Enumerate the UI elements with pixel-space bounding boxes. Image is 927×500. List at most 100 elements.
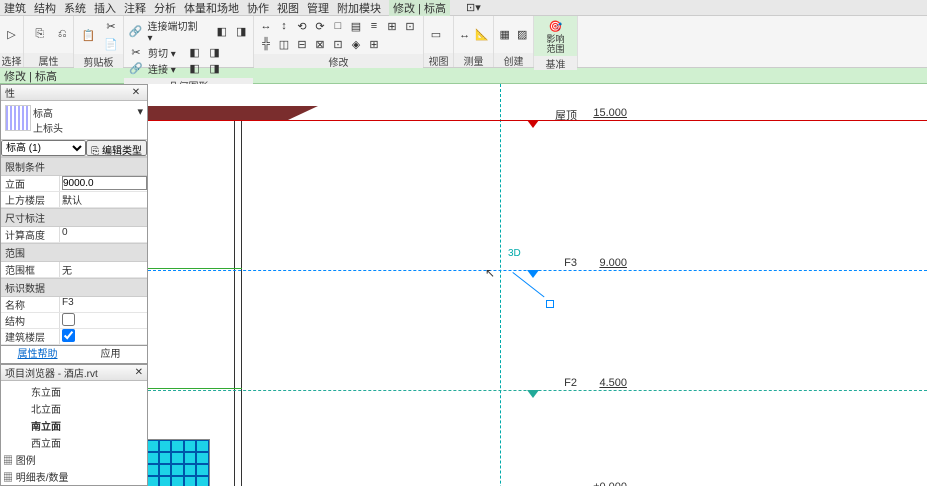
- drag-handle-icon[interactable]: [546, 300, 554, 308]
- select-icon[interactable]: ▷: [4, 27, 19, 43]
- tree-node[interactable]: 东立面: [3, 383, 145, 400]
- modify-tool-icon[interactable]: ◫: [276, 36, 292, 52]
- ribbon-min-icon[interactable]: ⊡▾: [466, 1, 481, 14]
- level-name: 屋顶: [555, 107, 577, 123]
- modify-tool-icon[interactable]: ≡: [366, 18, 382, 34]
- wall-section: [234, 120, 242, 486]
- level-value[interactable]: 15.000: [593, 107, 627, 119]
- level-line[interactable]: F24.500: [148, 390, 927, 391]
- prop-value[interactable]: 0: [59, 227, 147, 242]
- browser-close-icon[interactable]: ✕: [135, 367, 143, 378]
- level-value[interactable]: 4.500: [599, 377, 627, 389]
- context-label: 修改 | 标高: [4, 68, 57, 84]
- menu-item[interactable]: 协作: [247, 0, 269, 16]
- copy-icon[interactable]: 📄: [103, 36, 119, 52]
- modify-tool-icon[interactable]: ⟳: [312, 18, 328, 34]
- level-line[interactable]: 屋顶15.000: [148, 120, 927, 121]
- panel-label-create: 创建: [494, 53, 533, 67]
- prop-help-link[interactable]: 属性帮助: [1, 346, 74, 363]
- create-icon[interactable]: ▦: [498, 27, 512, 43]
- floor-line: [148, 268, 242, 269]
- level-marker-icon[interactable]: [527, 390, 539, 398]
- modify-tool-icon[interactable]: □: [330, 18, 346, 34]
- prop-value[interactable]: F3: [59, 297, 147, 312]
- prop-key: 结构: [1, 313, 59, 328]
- prop-value[interactable]: 无: [59, 262, 147, 277]
- menu-item[interactable]: 插入: [94, 0, 116, 16]
- properties-panel: 性✕ 标高上标头 ▾ 标高 (1) ⎘ 编辑类型 限制条件立面上方楼层默认尺寸标…: [0, 84, 148, 364]
- geom-icon3[interactable]: ◨: [207, 44, 223, 60]
- tree-node[interactable]: 北立面: [3, 400, 145, 417]
- prop-key: 上方楼层: [1, 192, 59, 207]
- modify-tool-icon[interactable]: ⊡: [402, 18, 418, 34]
- view-icon[interactable]: ▭: [428, 27, 444, 43]
- level-line[interactable]: F39.000: [148, 270, 927, 271]
- modify-tool-icon[interactable]: ⊞: [366, 36, 382, 52]
- geom-icon[interactable]: ✂: [128, 44, 144, 60]
- menu-item[interactable]: 建筑: [4, 0, 26, 16]
- geom-icon2[interactable]: ◧: [187, 44, 203, 60]
- tree-node[interactable]: 西立面: [3, 434, 145, 451]
- type-dropdown-icon[interactable]: ▾: [137, 105, 143, 135]
- prop-value[interactable]: [59, 329, 147, 344]
- create2-icon[interactable]: ▨: [516, 27, 530, 43]
- cut-icon[interactable]: ✂: [103, 18, 119, 34]
- menu-item[interactable]: 修改 | 标高: [389, 0, 450, 16]
- menu-item[interactable]: 附加模块: [337, 0, 381, 16]
- panel-label-measure: 测量: [454, 53, 493, 67]
- geom-icon2[interactable]: ◧: [187, 60, 203, 76]
- prop-checkbox[interactable]: [62, 313, 75, 326]
- thumbnail-nav[interactable]: [148, 439, 210, 486]
- project-browser: 项目浏览器 - 酒店.rvt✕ 东立面北立面南立面西立面▦ 图例▦ 明细表/数量…: [0, 364, 148, 486]
- scope-icon[interactable]: 🎯: [548, 18, 564, 34]
- tree-node[interactable]: ⊟ ▦ 图纸 (全部): [3, 485, 145, 486]
- modify-tool-icon[interactable]: ⊞: [384, 18, 400, 34]
- geom-icon3[interactable]: ◨: [207, 60, 223, 76]
- modify-tool-icon[interactable]: ⊟: [294, 36, 310, 52]
- geom-icon[interactable]: 🔗: [128, 60, 144, 76]
- tree-node[interactable]: ▦ 图例: [3, 451, 145, 468]
- measure-icon[interactable]: ↔: [458, 27, 471, 43]
- dim-icon[interactable]: 📐: [475, 27, 489, 43]
- prop-palette-icon[interactable]: ⎌: [56, 27, 69, 43]
- modify-tool-icon[interactable]: ⊠: [312, 36, 328, 52]
- prop-checkbox[interactable]: [62, 329, 75, 342]
- panel-label-prop: 属性: [24, 53, 73, 67]
- tree-node[interactable]: 南立面: [3, 417, 145, 434]
- drawing-canvas[interactable]: 3D 屋顶15.000F39.000↖F24.500±0.000: [148, 84, 927, 486]
- tree-node[interactable]: ▦ 明细表/数量: [3, 468, 145, 485]
- menu-item[interactable]: 系统: [64, 0, 86, 16]
- modify-tool-icon[interactable]: ↔: [258, 18, 274, 34]
- modify-tool-icon[interactable]: ╬: [258, 36, 274, 52]
- level-value[interactable]: ±0.000: [593, 481, 627, 486]
- modify-tool-icon[interactable]: ▤: [348, 18, 364, 34]
- menu-item[interactable]: 体量和场地: [184, 0, 239, 16]
- ribbon: ▷选择 ⎘⎌ 属性 📋✂📄 剪贴板 🔗连接端切割 ▾ ◧◨✂剪切 ▾ ◧◨🔗连接…: [0, 16, 927, 68]
- modify-icon[interactable]: ⎘: [28, 21, 52, 49]
- menu-item[interactable]: 管理: [307, 0, 329, 16]
- prop-input[interactable]: [62, 176, 147, 190]
- modify-tool-icon[interactable]: ↕: [276, 18, 292, 34]
- edit-type-button[interactable]: ⎘ 编辑类型: [86, 140, 147, 156]
- menu-item[interactable]: 视图: [277, 0, 299, 16]
- level-marker-icon[interactable]: [527, 120, 539, 128]
- menu-item[interactable]: 分析: [154, 0, 176, 16]
- geom-icon3[interactable]: ◨: [234, 23, 249, 39]
- instance-select[interactable]: 标高 (1): [1, 140, 86, 156]
- modify-tool-icon[interactable]: ⊡: [330, 36, 346, 52]
- menu-item[interactable]: 注释: [124, 0, 146, 16]
- modify-tool-icon[interactable]: ◈: [348, 36, 364, 52]
- close-icon[interactable]: ✕: [129, 87, 143, 98]
- geom-icon2[interactable]: ◧: [214, 23, 229, 39]
- prop-value[interactable]: 默认: [59, 192, 147, 207]
- prop-value[interactable]: [59, 313, 147, 328]
- apply-button[interactable]: 应用: [74, 346, 147, 363]
- paste-icon[interactable]: 📋: [78, 21, 99, 49]
- prop-value[interactable]: [59, 176, 147, 191]
- level-marker-icon[interactable]: [527, 270, 539, 278]
- prop-row: 结构: [1, 313, 147, 329]
- modify-tool-icon[interactable]: ⟲: [294, 18, 310, 34]
- geom-icon[interactable]: 🔗: [128, 23, 143, 39]
- menu-item[interactable]: 结构: [34, 0, 56, 16]
- level-value[interactable]: 9.000: [599, 257, 627, 269]
